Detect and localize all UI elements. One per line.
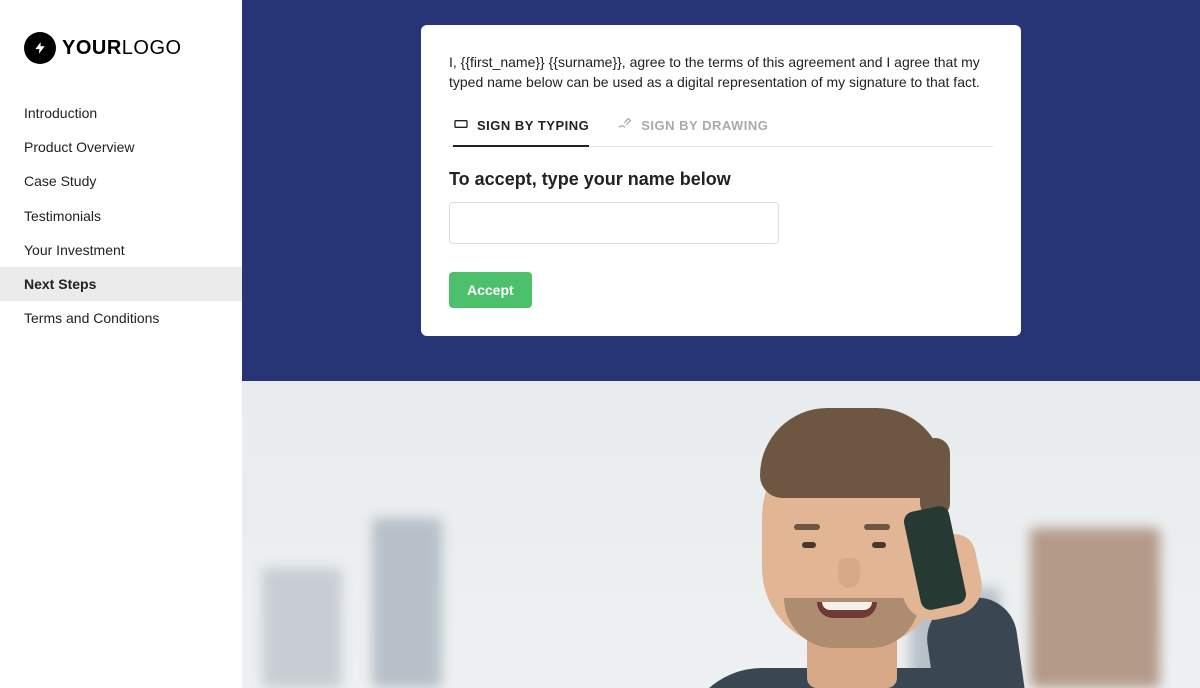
accept-button[interactable]: Accept [449,272,532,308]
person-illustration [642,388,1062,688]
background-building [372,518,442,688]
signature-section: I, {{first_name}} {{surname}}, agree to … [242,0,1200,381]
tab-sign-by-drawing[interactable]: SIGN BY DRAWING [617,116,768,147]
sidebar-item-next-steps[interactable]: Next Steps [0,267,242,301]
tab-label: SIGN BY TYPING [477,118,589,133]
sidebar-item-your-investment[interactable]: Your Investment [0,233,242,267]
name-input[interactable] [449,202,779,244]
sidebar: YOURLOGO Introduction Product Overview C… [0,0,242,688]
signature-card: I, {{first_name}} {{surname}}, agree to … [421,25,1021,336]
type-name-prompt: To accept, type your name below [449,169,993,190]
logo-text: YOURLOGO [62,37,182,60]
background-building [262,568,342,688]
keyboard-icon [453,116,469,135]
sidebar-item-case-study[interactable]: Case Study [0,164,242,198]
signature-tabs: SIGN BY TYPING SIGN BY DRAWING [449,116,993,147]
main-content: I, {{first_name}} {{surname}}, agree to … [242,0,1200,688]
tab-label: SIGN BY DRAWING [641,118,768,133]
agreement-text: I, {{first_name}} {{surname}}, agree to … [449,53,993,92]
sidebar-item-introduction[interactable]: Introduction [0,96,242,130]
sidebar-item-terms-and-conditions[interactable]: Terms and Conditions [0,301,242,335]
logo: YOURLOGO [0,24,242,88]
sidebar-item-product-overview[interactable]: Product Overview [0,130,242,164]
tab-sign-by-typing[interactable]: SIGN BY TYPING [453,116,589,147]
sidebar-item-testimonials[interactable]: Testimonials [0,199,242,233]
lightning-icon [24,32,56,64]
pen-icon [617,116,633,135]
sidebar-nav: Introduction Product Overview Case Study… [0,96,242,335]
hero-photo [242,381,1200,688]
